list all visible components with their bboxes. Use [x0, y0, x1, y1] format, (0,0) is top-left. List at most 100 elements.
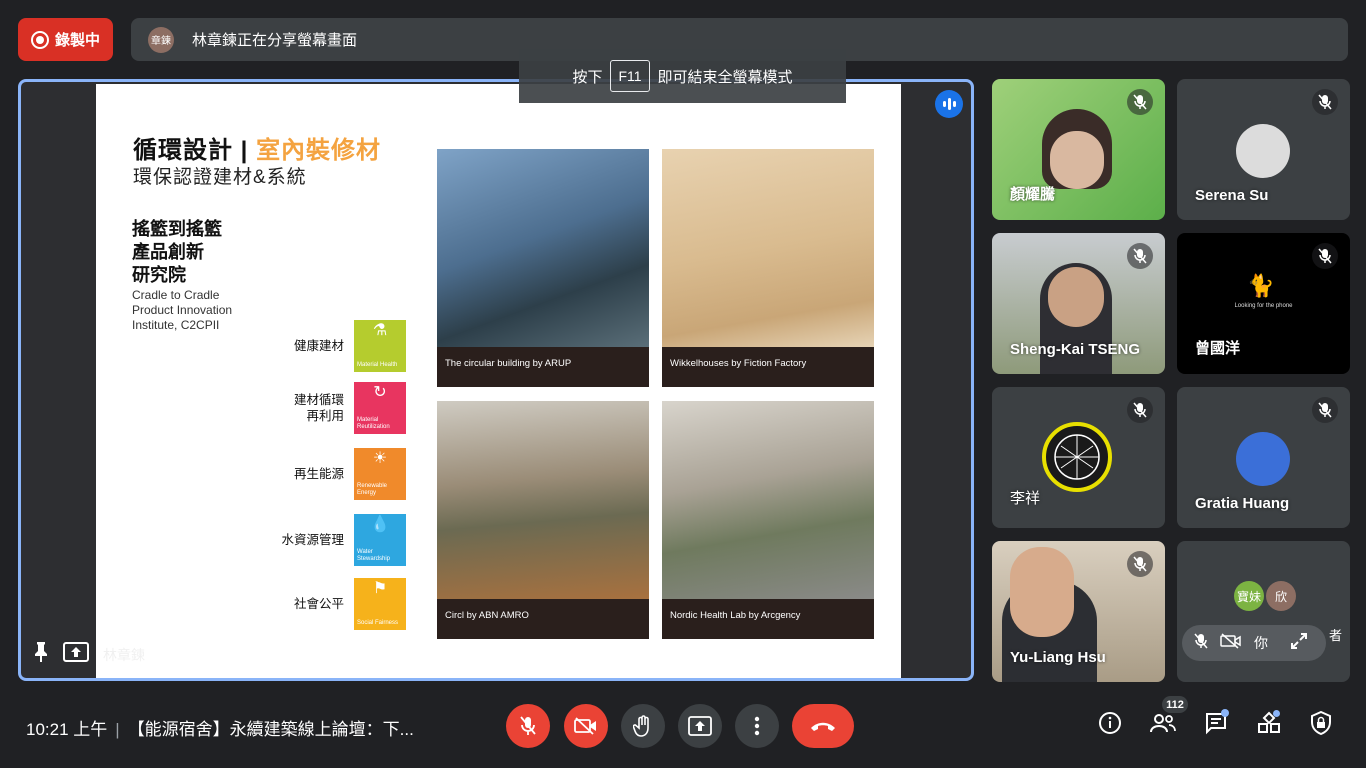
category-tile: ⚑ Social Fairness: [354, 578, 406, 630]
participant-avatar: 寶妹: [1234, 581, 1264, 611]
participant-tile[interactable]: 顏耀騰: [992, 79, 1165, 220]
category-tile: ↻ Material Reutilization: [354, 382, 406, 434]
category-water-stewardship: 水資源管理 💧 Water Stewardship: [256, 514, 406, 566]
meeting-details-button[interactable]: [1095, 708, 1125, 738]
participant-tile[interactable]: Sheng-Kai TSENG: [992, 233, 1165, 374]
self-tile[interactable]: 寶妹 欣 者 你: [1177, 541, 1350, 682]
category-social-fairness: 社會公平 ⚑ Social Fairness: [256, 578, 406, 630]
photo-caption: Wikkelhouses by Fiction Factory: [662, 347, 874, 387]
presenter-avatar: 章鍊: [148, 26, 174, 53]
photo-image: [662, 149, 874, 347]
category-tile-text: Water Stewardship: [357, 549, 391, 562]
photo-circular-building: The circular building by ARUP: [437, 149, 649, 387]
flag-icon: ⚑: [372, 580, 388, 597]
participant-name: 李祥: [1010, 490, 1041, 507]
category-label: 社會公平: [293, 597, 344, 611]
institute-name-en: Cradle to Cradle Product Innovation Inst…: [132, 288, 272, 333]
camera-toggle-button[interactable]: [564, 704, 608, 748]
institute-line: 產品創新: [132, 242, 204, 262]
presenter-name: 林章鍊: [103, 646, 145, 663]
institute-line: 搖籃到搖籃: [132, 219, 222, 239]
participant-face: [1048, 267, 1104, 327]
activities-button[interactable]: [1254, 708, 1284, 738]
camera-off-icon: [574, 717, 596, 735]
category-renewable-energy: 再生能源 ☀ Renewable Energy: [256, 448, 406, 500]
photo-caption: Circl by ABN AMRO: [437, 599, 649, 639]
flask-icon: ⚗: [372, 322, 388, 339]
category-tile-text: Social Fairness: [357, 620, 399, 626]
institute-name-zh: 搖籃到搖籃 產品創新 研究院: [132, 218, 262, 287]
photo-image: [662, 401, 874, 599]
screen-text: Looking for the phone: [1234, 303, 1293, 309]
cat-icon: 🐈: [1247, 273, 1275, 298]
category-material-health: 健康建材 ⚗ Material Health: [256, 320, 406, 372]
self-tile-controls: 你: [1182, 625, 1326, 661]
chat-button[interactable]: [1201, 708, 1231, 738]
photo-caption: The circular building by ARUP: [437, 347, 649, 387]
participant-name: 曾國洋: [1195, 340, 1241, 357]
participant-avatar: [1042, 422, 1112, 492]
photo-wikkelhouses: Wikkelhouses by Fiction Factory: [662, 149, 874, 387]
category-tile: 💧 Water Stewardship: [354, 514, 406, 566]
mic-off-icon: [1127, 243, 1153, 269]
unread-dot: [1221, 709, 1229, 717]
people-button[interactable]: [1148, 708, 1178, 738]
current-time: 10:21 上午: [26, 720, 108, 739]
people-icon: [1150, 714, 1176, 733]
f11-key: F11: [610, 60, 650, 92]
raise-hand-button[interactable]: [621, 704, 665, 748]
presentation-stage[interactable]: 循環設計 | 室內裝修材 環保認證建材&系統 搖籃到搖籃 產品創新 研究院 Cr…: [18, 79, 974, 681]
fullscreen-icon[interactable]: [1290, 632, 1308, 655]
present-now-button[interactable]: [678, 704, 722, 748]
category-label: 建材循環 再利用: [293, 393, 344, 423]
participant-name: Sheng-Kai TSENG: [1010, 341, 1141, 358]
category-label: 水資源管理: [281, 533, 344, 547]
fullscreen-hint-suffix: 即可結束全螢幕模式: [657, 68, 793, 86]
bottom-bar: 10:21 上午 | 【能源宿舍】永續建築線上論壇：下... 112: [0, 696, 1366, 768]
participant-avatar: 欣: [1266, 581, 1296, 611]
mic-toggle-button[interactable]: [506, 704, 550, 748]
sun-icon: ☀: [372, 450, 388, 467]
institute-en-line: Cradle to Cradle: [132, 288, 220, 302]
category-tile-text: Renewable Energy: [357, 483, 388, 496]
photo-caption: Nordic Health Lab by Arcgency: [662, 599, 874, 639]
participant-tile[interactable]: 🐈 Looking for the phone 曾國洋: [1177, 233, 1350, 374]
info-icon: [1099, 712, 1121, 734]
hand-icon: [633, 715, 649, 737]
slide-title-main: 循環設計 |: [133, 137, 257, 164]
host-controls-button[interactable]: [1306, 708, 1336, 738]
mic-off-icon: [1312, 243, 1338, 269]
leave-call-button[interactable]: [792, 704, 854, 748]
category-tile: ☀ Renewable Energy: [354, 448, 406, 500]
participant-tile[interactable]: 李祥: [992, 387, 1165, 528]
participant-name: Yu-Liang Hsu: [1010, 649, 1106, 666]
camera-off-icon[interactable]: [1220, 632, 1242, 654]
photo-nordic-health-lab: Nordic Health Lab by Arcgency: [662, 401, 874, 639]
separator: |: [115, 720, 120, 739]
participant-tile[interactable]: Yu-Liang Hsu: [992, 541, 1165, 682]
participant-tile[interactable]: Gratia Huang: [1177, 387, 1350, 528]
institute-en-line: Institute, C2CPII: [132, 318, 220, 332]
slide-title-accent: 室內裝修材: [256, 137, 382, 164]
water-drop-icon: 💧: [370, 516, 390, 533]
record-icon: [30, 30, 49, 49]
mic-off-icon: [520, 716, 536, 735]
call-end-icon: [811, 722, 835, 731]
network-globe-icon: [1054, 434, 1100, 480]
more-options-button[interactable]: [735, 704, 779, 748]
recycle-icon: ↻: [373, 384, 387, 401]
pin-icon[interactable]: [33, 641, 49, 668]
participant-tile[interactable]: Serena Su: [1177, 79, 1350, 220]
participant-name: Serena Su: [1195, 187, 1269, 204]
mic-off-icon: [1127, 89, 1153, 115]
participant-name: 顏耀騰: [1010, 186, 1056, 203]
more-vert-icon: [754, 716, 760, 736]
mic-off-icon[interactable]: [1194, 633, 1208, 654]
self-name: 你: [1254, 635, 1268, 651]
photo-image: [437, 149, 649, 347]
recording-label: 錄製中: [54, 32, 100, 49]
present-to-all-icon[interactable]: [63, 641, 89, 668]
presenting-message: 林章鍊正在分享螢幕畫面: [192, 32, 358, 49]
overflow-text: 者: [1329, 628, 1343, 643]
category-label: 再生能源: [293, 467, 344, 481]
